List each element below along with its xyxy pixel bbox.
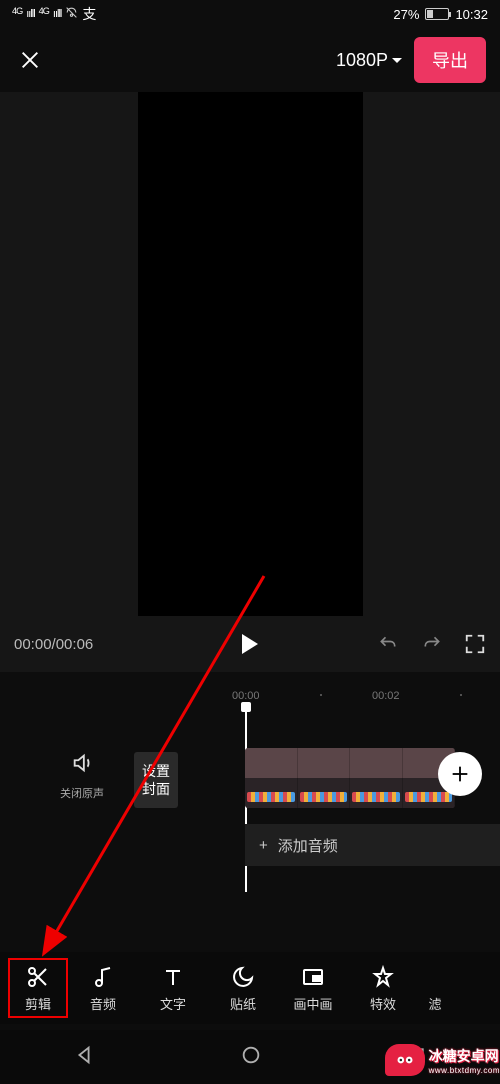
- close-button[interactable]: [14, 44, 46, 76]
- network-badge: 4G: [39, 6, 49, 22]
- text-t-icon: [161, 964, 185, 990]
- speaker-icon: [69, 752, 95, 774]
- add-clip-button[interactable]: [438, 752, 482, 796]
- chevron-down-icon: [392, 58, 402, 63]
- mute-label: 关闭原声: [60, 785, 104, 801]
- pip-icon: [301, 964, 325, 990]
- nav-back-button[interactable]: [73, 1044, 95, 1071]
- timecode: 00:00/00:06: [14, 636, 93, 653]
- mute-original-button[interactable]: 关闭原声: [60, 752, 104, 801]
- watermark-logo-icon: [385, 1044, 425, 1076]
- alipay-icon: 支: [82, 4, 96, 24]
- signal-icon: ıılll: [26, 8, 34, 20]
- status-left: 4G ıılll 4G ıılll 支: [12, 4, 96, 24]
- battery-icon: [425, 8, 449, 20]
- play-button[interactable]: [242, 634, 258, 654]
- set-cover-button[interactable]: 设置 封面: [134, 752, 178, 808]
- tool-bar: 剪辑 音频 文字 贴纸 画中画 特效 滤: [0, 952, 500, 1024]
- redo-button[interactable]: [420, 634, 444, 654]
- add-audio-track[interactable]: + 添加音频: [245, 824, 500, 866]
- editor-top-bar: 1080P 导出: [0, 28, 500, 92]
- clip-thumbnail: [245, 748, 298, 808]
- watermark: 冰糖安卓网 www.btxtdmy.com: [385, 1044, 500, 1076]
- undo-button[interactable]: [376, 634, 400, 654]
- tool-pip[interactable]: 画中画: [278, 958, 348, 1018]
- preview-area[interactable]: [0, 92, 500, 616]
- signal-icon: ıılll: [53, 8, 61, 20]
- plus-icon: +: [259, 837, 268, 854]
- clip-thumbnail: [350, 748, 403, 808]
- network-badge: 4G: [12, 6, 22, 22]
- scissors-icon: [26, 964, 50, 990]
- tool-effect[interactable]: 特效: [348, 958, 418, 1018]
- watermark-url: www.btxtdmy.com: [429, 1066, 500, 1075]
- ruler-mark: 00:02: [372, 690, 400, 702]
- ruler-mark: 00:00: [232, 690, 260, 702]
- star-icon: [371, 964, 395, 990]
- status-bar: 4G ıılll 4G ıılll 支 27% 10:32: [0, 0, 500, 28]
- battery-percent: 27%: [393, 7, 419, 22]
- moon-icon: [231, 964, 255, 990]
- export-button[interactable]: 导出: [414, 37, 486, 83]
- watermark-text: 冰糖安卓网: [429, 1048, 499, 1064]
- status-right: 27% 10:32: [393, 7, 488, 22]
- plus-icon: [449, 763, 471, 785]
- nav-home-button[interactable]: [240, 1044, 262, 1071]
- resolution-label: 1080P: [336, 50, 388, 71]
- tool-filter[interactable]: 滤: [418, 958, 452, 1018]
- tool-edit[interactable]: 剪辑: [8, 958, 68, 1018]
- playback-bar: 00:00/00:06: [0, 616, 500, 672]
- ruler-dot: [460, 694, 462, 696]
- resolution-selector[interactable]: 1080P: [336, 50, 402, 71]
- tool-audio[interactable]: 音频: [68, 958, 138, 1018]
- export-label: 导出: [432, 51, 468, 71]
- timeline-tracks[interactable]: 关闭原声 设置 封面 + 添加音频: [0, 712, 500, 912]
- add-audio-label: 添加音频: [278, 835, 338, 856]
- clock: 10:32: [455, 7, 488, 22]
- preview-canvas: [138, 92, 363, 616]
- tool-sticker[interactable]: 贴纸: [208, 958, 278, 1018]
- clip-thumbnail: [298, 748, 351, 808]
- fullscreen-button[interactable]: [464, 633, 486, 655]
- music-note-icon: [91, 964, 115, 990]
- ruler-dot: [320, 694, 322, 696]
- video-clip[interactable]: [245, 748, 455, 808]
- play-icon: [242, 634, 258, 654]
- mute-icon: [65, 6, 78, 22]
- tool-text[interactable]: 文字: [138, 958, 208, 1018]
